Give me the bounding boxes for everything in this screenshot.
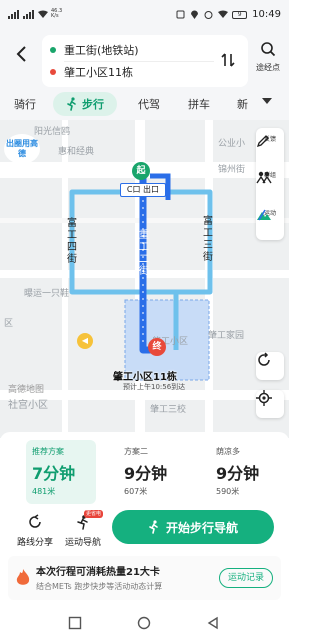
signal-icon-2: [23, 9, 34, 19]
street-label: 富工四街: [67, 218, 77, 265]
poi-label: 锦州街: [218, 165, 246, 175]
nfc-icon: [176, 10, 185, 19]
wifi-icon: [38, 10, 48, 19]
system-nav-bar: [0, 604, 289, 640]
origin-text: 重工街(地铁站): [64, 44, 139, 57]
poi-label: 公业小: [218, 139, 246, 149]
new-badge: 更省电: [84, 510, 104, 518]
route-header: 重工街(地铁站) 肇工小区11栋 途经点: [0, 30, 289, 88]
exit-label: C口 出口: [120, 183, 166, 197]
group-icon: [256, 171, 272, 184]
plan-shady[interactable]: 荫凉多 9分钟 590米: [210, 440, 292, 504]
end-pin[interactable]: 终: [148, 338, 166, 356]
tab-new[interactable]: 新: [237, 96, 248, 112]
refresh-icon: [258, 352, 270, 366]
origin-field[interactable]: 重工街(地铁站): [50, 40, 139, 60]
plan-distance: 607米: [124, 487, 148, 496]
chevron-down-icon[interactable]: [262, 98, 272, 104]
plan-name: 推荐方案: [32, 447, 64, 456]
poi-label: 肇工三校: [150, 405, 187, 415]
destination-field[interactable]: 肇工小区11栋: [50, 62, 133, 82]
plan-time: 9分钟: [124, 464, 168, 483]
home-icon[interactable]: [137, 616, 151, 630]
locate-button[interactable]: [256, 390, 284, 418]
group-button[interactable]: 群组: [256, 170, 284, 184]
destination-dot-icon: [50, 69, 56, 75]
refresh-route-button[interactable]: [256, 352, 284, 380]
battery-icon: 9: [232, 10, 248, 19]
tab-walking[interactable]: 步行: [53, 92, 117, 116]
plan-distance: 590米: [216, 487, 240, 496]
walk-icon: [149, 520, 158, 534]
share-route-button[interactable]: 路线分享: [10, 514, 60, 548]
net-speed: 46.3 K/s: [51, 9, 62, 19]
plan-recommended[interactable]: 推荐方案 7分钟 481米: [26, 440, 96, 504]
chevron-left-icon: [16, 46, 26, 62]
map-logo: 高德地图: [8, 385, 45, 395]
calorie-banner[interactable]: 本次行程可消耗热量21大卡 结合METs 跑步快步等活动动态计算 运动记录: [8, 556, 281, 600]
sport-icon: [257, 209, 271, 221]
map-tool-panel: 反馈 群组 运动: [256, 128, 284, 240]
tab-cycling[interactable]: 骑行: [14, 96, 36, 112]
start-walk-nav-button[interactable]: 开始步行导航: [112, 510, 274, 544]
back-button[interactable]: [12, 44, 32, 64]
origin-dot-icon: [50, 47, 56, 53]
map-view[interactable]: 出圈用高德 阳光信鸥 惠和经典 公业小 锦州街 曝运一只鞋 区 肇工家园 肇工小…: [0, 120, 289, 438]
poi-label: 惠和经典: [58, 147, 95, 157]
plan-distance: 481米: [32, 487, 56, 496]
sport-nav-button[interactable]: 更省电 运动导航: [58, 510, 108, 548]
poi-label: 曝运一只鞋: [24, 289, 70, 299]
start-nav-label: 开始步行导航: [165, 520, 238, 535]
waypoint-button[interactable]: 途经点: [252, 41, 284, 73]
clock: 10:49: [252, 9, 281, 20]
share-icon: [29, 514, 41, 528]
plan-time: 7分钟: [32, 464, 76, 483]
sport-nav-label: 运动导航: [64, 538, 101, 548]
promo-badge[interactable]: 出圈用高德: [4, 134, 40, 164]
street-label: 富工三街: [203, 216, 213, 263]
walk-icon: [67, 97, 76, 111]
sport-record-button[interactable]: 运动记录: [219, 568, 273, 588]
travel-mode-tabs: 骑行 步行 代驾 拼车 新: [0, 88, 289, 120]
tab-driver[interactable]: 代驾: [138, 96, 160, 112]
poi-label: 区: [4, 319, 14, 329]
street-label: 重工二街: [139, 230, 149, 277]
eta-label: 预计上午10:56到达: [123, 383, 186, 391]
sport-button[interactable]: 运动: [256, 208, 284, 221]
route-sheet: 推荐方案 7分钟 481米 方案二 9分钟 607米 荫凉多 9分钟 590米 …: [0, 432, 289, 604]
plan-name: 方案二: [124, 447, 148, 456]
poi-label: 阳光信鸥: [34, 127, 71, 137]
start-pin[interactable]: 起: [132, 162, 150, 180]
waypoint-label: 途经点: [256, 63, 280, 72]
poi-label: 社宫小区: [8, 400, 48, 411]
back-nav-icon[interactable]: [206, 616, 220, 630]
swap-icon: [221, 53, 235, 67]
share-label: 路线分享: [16, 538, 53, 548]
poi-label: 肇工家园: [208, 331, 245, 341]
status-bar: 46.3 K/s 9 10:49: [0, 0, 289, 30]
edit-icon: [256, 135, 269, 148]
net-speed-unit: K/s: [51, 13, 59, 19]
search-icon: [261, 42, 276, 57]
poi-marker-icon[interactable]: ◀: [77, 333, 93, 349]
plan-time: 9分钟: [216, 464, 260, 483]
flame-icon: [16, 569, 30, 585]
wifi-status-icon: [218, 10, 229, 19]
plan-two[interactable]: 方案二 9分钟 607米: [118, 440, 200, 504]
signal-icon: [8, 9, 19, 19]
alarm-icon: [204, 10, 213, 19]
calorie-title: 本次行程可消耗热量21大卡: [36, 567, 160, 578]
location-icon: [190, 10, 199, 19]
swap-route-button[interactable]: [218, 50, 238, 70]
destination-map-label: 肇工小区11栋: [113, 372, 177, 383]
calorie-subtitle: 结合METs 跑步快步等活动动态计算: [36, 582, 163, 591]
locate-icon: [256, 390, 272, 406]
recents-icon[interactable]: [68, 616, 82, 630]
feedback-button[interactable]: 反馈: [256, 134, 284, 148]
tab-walking-label: 步行: [82, 98, 104, 111]
tab-carpool[interactable]: 拼车: [188, 96, 210, 112]
plan-name: 荫凉多: [216, 447, 240, 456]
route-input-box: 重工街(地铁站) 肇工小区11栋: [42, 35, 248, 87]
destination-text: 肇工小区11栋: [64, 66, 133, 79]
